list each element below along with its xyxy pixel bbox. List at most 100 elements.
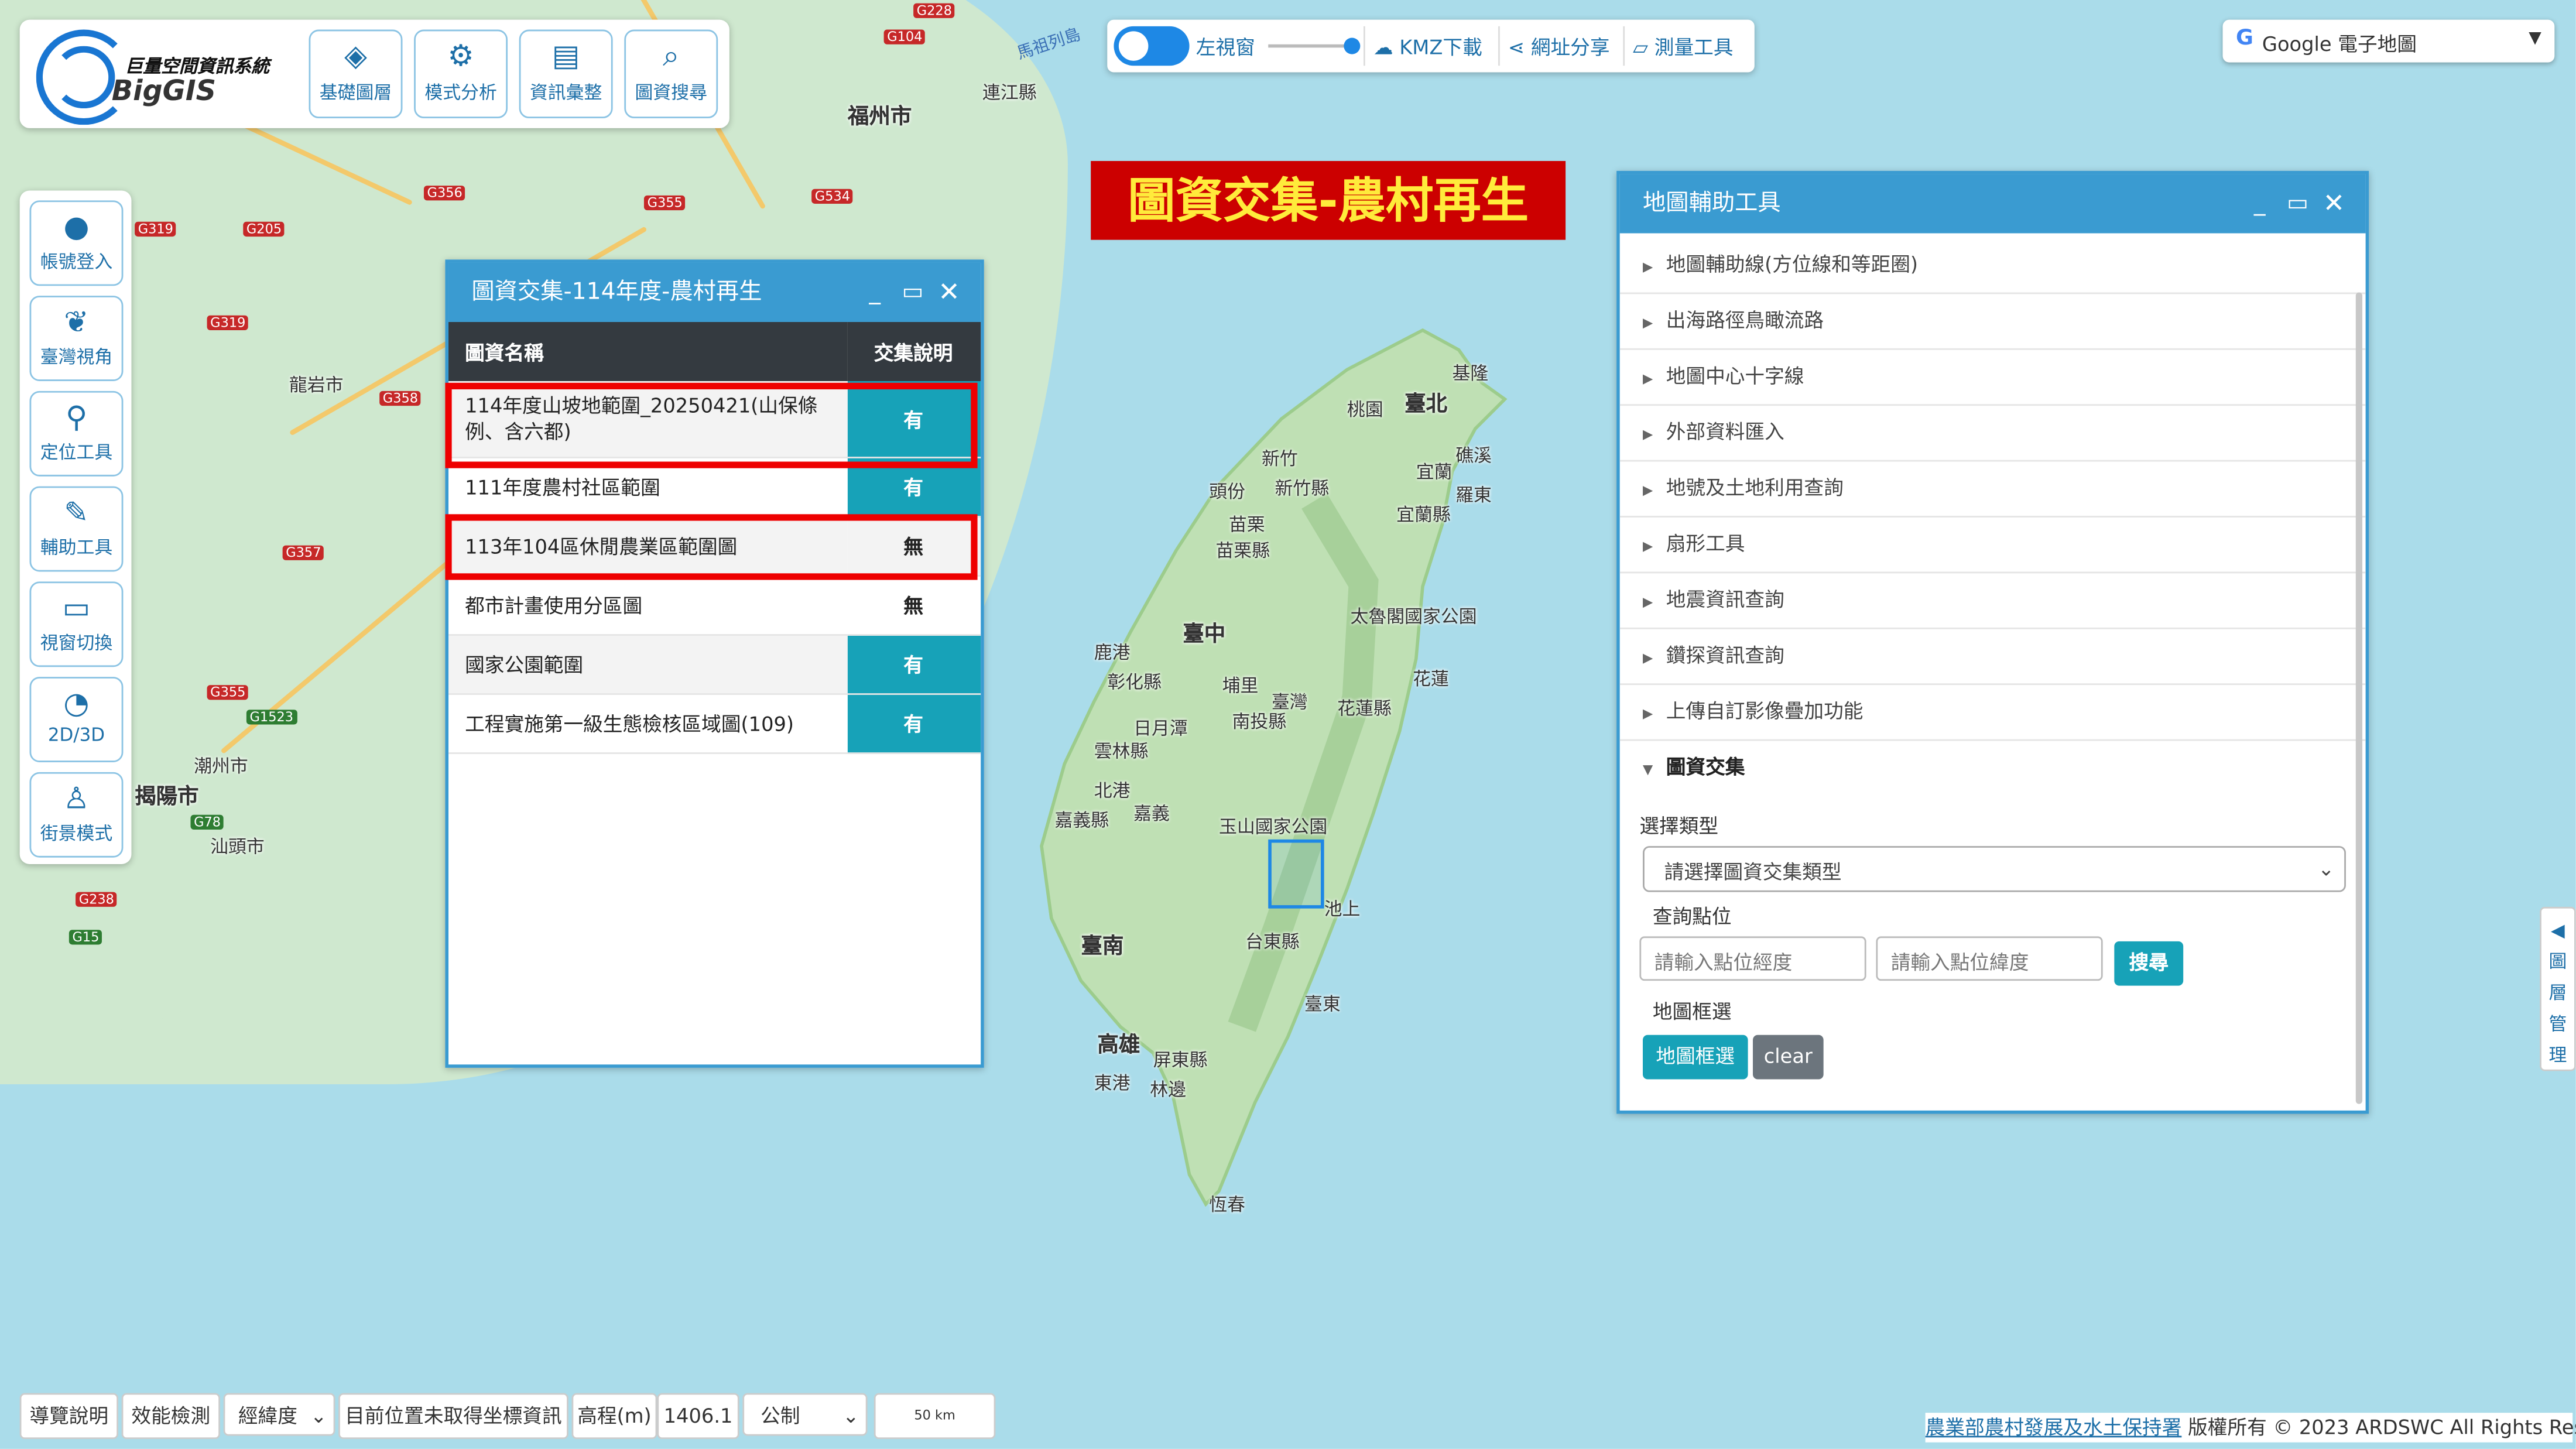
panel-scrollbar[interactable] bbox=[2355, 292, 2363, 1104]
query-selection-box[interactable] bbox=[1268, 839, 1324, 909]
map-label: 新竹縣 bbox=[1275, 478, 1330, 500]
analysis-button[interactable]: ⚙ 模式分析 bbox=[414, 29, 508, 119]
caret-right-icon: ▶ bbox=[1643, 650, 1653, 666]
window-switch-button[interactable]: ▭ 視窗切換 bbox=[29, 581, 124, 667]
layer-manager-label: ◀圖層管理 bbox=[2548, 920, 2567, 1067]
accordion-item[interactable]: ▶ 上傳自訂影像疊加功能 bbox=[1619, 685, 2366, 741]
tools-icon: ✎ bbox=[64, 496, 89, 531]
longitude-placeholder: 請輸入點位經度 bbox=[1654, 951, 1793, 974]
slider-thumb[interactable] bbox=[1344, 37, 1361, 54]
panel-title: 地圖輔助工具 bbox=[1643, 190, 1781, 217]
layers-button-label: 基礎圖層 bbox=[319, 82, 392, 104]
table-row[interactable]: 工程實施第一級生態檢核區域圖(109) 有 bbox=[448, 694, 981, 754]
maximize-icon[interactable]: ▭ bbox=[902, 263, 923, 322]
accordion-label: 扇形工具 bbox=[1666, 532, 1745, 556]
map-label: 北港 bbox=[1094, 780, 1131, 802]
location-pin-icon: ⚲ bbox=[65, 400, 87, 436]
minimize-icon[interactable]: _ bbox=[869, 263, 881, 322]
copyright-text: 版權所有 © 2023 ARDSWC All Rights Reserved. bbox=[2188, 1416, 2576, 1440]
coord-type-select[interactable]: 經緯度 ⌄ bbox=[223, 1393, 335, 1436]
map-control-bar: 左視窗 ☁ KMZ下載 ⋖ 網址分享 ▱ 測量工具 bbox=[1107, 19, 1755, 73]
streetview-button[interactable]: ♙ 街景模式 bbox=[29, 772, 124, 858]
map-label: 潮州市 bbox=[194, 755, 248, 777]
map-label: 臺南 bbox=[1081, 934, 1124, 960]
login-button[interactable]: ● 帳號登入 bbox=[29, 200, 124, 286]
layers-button[interactable]: ◈ 基礎圖層 bbox=[309, 29, 403, 119]
map-label: 宜蘭縣 bbox=[1396, 504, 1451, 526]
caret-down-icon: ▼ bbox=[1643, 762, 1653, 777]
kmz-download-button[interactable]: ☁ KMZ下載 bbox=[1373, 33, 1482, 61]
col-name-header: 圖資名稱 bbox=[448, 321, 848, 381]
search-map-button[interactable]: ⌕ 圖資搜尋 bbox=[624, 29, 718, 119]
share-url-button[interactable]: ⋖ 網址分享 bbox=[1508, 33, 1610, 61]
accordion-item[interactable]: ▶ 地圖中心十字線 bbox=[1619, 350, 2366, 406]
map-label: 日月潭 bbox=[1133, 718, 1188, 739]
table-row[interactable]: 國家公園範圍 有 bbox=[448, 635, 981, 695]
app-logo: 巨量空間資訊系統 BigGIS bbox=[33, 26, 296, 125]
map-label: 礁溪 bbox=[1455, 445, 1492, 467]
left-window-toggle[interactable] bbox=[1114, 26, 1190, 66]
layer-name: 國家公園範圍 bbox=[448, 635, 848, 695]
layers-icon: ◈ bbox=[344, 39, 367, 74]
report-button[interactable]: ▤ 資訊彙整 bbox=[519, 29, 613, 119]
performance-button[interactable]: 效能檢測 bbox=[121, 1393, 221, 1440]
map-label: 埔里 bbox=[1222, 675, 1259, 697]
accordion-item[interactable]: ▶ 地震資訊查詢 bbox=[1619, 573, 2366, 629]
accordion-item-open[interactable]: ▼ 圖資交集 bbox=[1620, 741, 2366, 796]
accordion-label: 出海路徑鳥瞰流路 bbox=[1666, 309, 1824, 332]
close-icon[interactable]: ✕ bbox=[938, 263, 960, 322]
map-label: 頭份 bbox=[1209, 481, 1245, 503]
caret-right-icon: ▶ bbox=[1643, 594, 1653, 610]
3d-icon: ◔ bbox=[63, 686, 90, 721]
opacity-slider[interactable] bbox=[1268, 37, 1361, 54]
locate-tool-button[interactable]: ⚲ 定位工具 bbox=[29, 390, 124, 477]
select-type-label: 選擇類型 bbox=[1639, 814, 1719, 838]
basemap-select[interactable]: G Google 電子地圖 ▼ bbox=[2222, 19, 2555, 63]
aux-tools-button[interactable]: ✎ 輔助工具 bbox=[29, 486, 124, 572]
taiwan-view-button[interactable]: ❦ 臺灣視角 bbox=[29, 296, 124, 381]
search-map-button-label: 圖資搜尋 bbox=[635, 82, 707, 104]
intersect-type-select[interactable]: 請選擇圖資交集類型 ⌄ bbox=[1643, 846, 2346, 892]
analysis-icon: ⚙ bbox=[447, 39, 474, 74]
2d-3d-button[interactable]: ◔ 2D/3D bbox=[29, 677, 124, 762]
minimize-icon[interactable]: _ bbox=[2254, 174, 2266, 233]
map-label: 汕頭市 bbox=[210, 836, 265, 858]
unit-select[interactable]: 公制 ⌄ bbox=[742, 1393, 868, 1436]
table-row[interactable]: 都市計畫使用分區圖 無 bbox=[448, 576, 981, 636]
share-url-label: 網址分享 bbox=[1530, 36, 1610, 60]
left-window-label: 左視窗 bbox=[1195, 36, 1255, 60]
accordion-item[interactable]: ▶ 出海路徑鳥瞰流路 bbox=[1619, 294, 2366, 350]
clear-button[interactable]: clear bbox=[1753, 1034, 1824, 1080]
search-button[interactable]: 搜尋 bbox=[2114, 941, 2184, 986]
accordion-label: 地圖中心十字線 bbox=[1666, 364, 1804, 388]
accordion-label: 地號及土地利用查詢 bbox=[1666, 476, 1844, 500]
taiwan-view-label: 臺灣視角 bbox=[40, 347, 113, 368]
map-label: 馬祖列島 bbox=[1015, 26, 1084, 64]
intersect-value[interactable]: 有 bbox=[847, 635, 981, 695]
measure-tool-button[interactable]: ▱ 測量工具 bbox=[1633, 33, 1733, 61]
org-link[interactable]: 農業部農村發展及水土保持署 bbox=[1926, 1416, 2182, 1439]
guide-button[interactable]: 導覽說明 bbox=[19, 1393, 119, 1440]
latitude-placeholder: 請輸入點位緯度 bbox=[1890, 951, 2029, 974]
login-label: 帳號登入 bbox=[40, 251, 113, 273]
layer-manager-tab[interactable]: ◀圖層管理 bbox=[2540, 906, 2576, 1071]
close-icon[interactable]: ✕ bbox=[2323, 174, 2345, 233]
map-label: 台東縣 bbox=[1245, 931, 1300, 953]
elevation-label: 高程(m) bbox=[571, 1393, 657, 1440]
map-label: 花蓮 bbox=[1413, 669, 1449, 690]
accordion-item[interactable]: ▶ 鑽探資訊查詢 bbox=[1619, 629, 2366, 686]
accordion-item[interactable]: ▶ 扇形工具 bbox=[1619, 518, 2366, 574]
caret-right-icon: ▶ bbox=[1643, 706, 1653, 721]
map-label: 基隆 bbox=[1452, 363, 1489, 385]
latitude-input[interactable]: 請輸入點位緯度 bbox=[1876, 936, 2103, 981]
map-select-button[interactable]: 地圖框選 bbox=[1643, 1034, 1748, 1080]
window-icon: ▭ bbox=[62, 591, 91, 626]
taiwan-island: 臺北 基隆 桃園 新竹 新竹縣 頭份 苗栗 苗栗縣 宜蘭 宜蘭縣 礁溪 羅東 臺… bbox=[1035, 320, 1512, 1215]
accordion-item[interactable]: ▶ 地圖輔助線(方位線和等距圈) bbox=[1619, 238, 2366, 294]
col-desc-header: 交集說明 bbox=[847, 321, 981, 381]
intersect-value[interactable]: 有 bbox=[847, 694, 981, 754]
accordion-item[interactable]: ▶ 外部資料匯入 bbox=[1619, 406, 2366, 462]
accordion-item[interactable]: ▶ 地號及土地利用查詢 bbox=[1619, 461, 2366, 518]
longitude-input[interactable]: 請輸入點位經度 bbox=[1639, 936, 1866, 981]
maximize-icon[interactable]: ▭ bbox=[2287, 174, 2308, 233]
